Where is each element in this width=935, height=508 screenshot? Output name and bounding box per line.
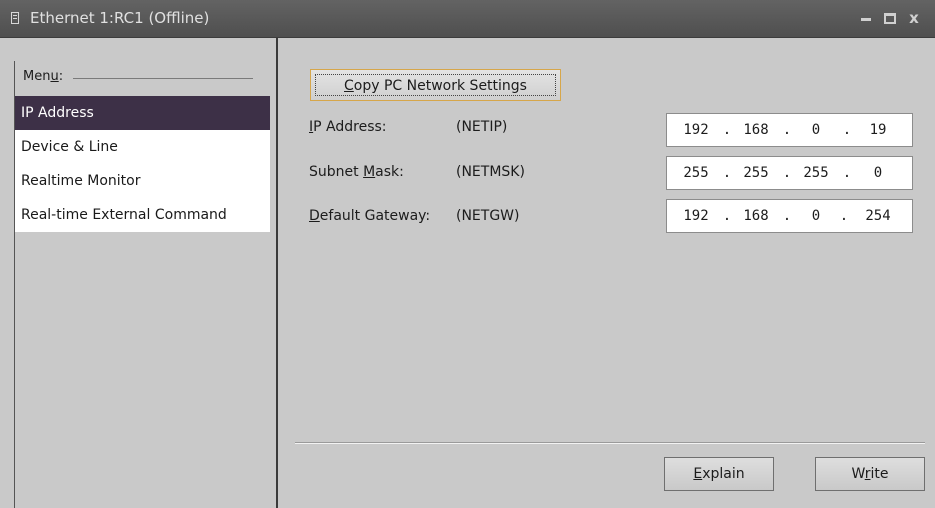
subnet-label-mnemonic: M xyxy=(363,164,376,180)
default-gateway-code: (NETGW) xyxy=(456,208,520,224)
maximize-icon[interactable] xyxy=(880,8,900,28)
window-title: Ethernet 1:RC1 (Offline) xyxy=(30,9,210,27)
copy-button-mnemonic: C xyxy=(344,78,354,94)
menu-heading: Menu: xyxy=(23,69,63,84)
octet-dot: . xyxy=(842,165,852,181)
menu-heading-text: Men xyxy=(23,69,51,84)
subnet-octet-2[interactable]: 255 xyxy=(737,157,775,189)
ip-address-label: IP Address: xyxy=(309,119,387,135)
subnet-mask-label: Subnet Mask: xyxy=(309,164,404,180)
pane-divider[interactable] xyxy=(276,38,278,508)
menu-list: IP Address Device & Line Realtime Monito… xyxy=(15,96,270,232)
octet-dot: . xyxy=(722,208,732,224)
subnet-mask-field[interactable]: 255 . 255 . 255 . 0 xyxy=(666,156,913,190)
gateway-octet-3[interactable]: 0 xyxy=(797,200,835,232)
ethernet-settings-window: Ethernet 1:RC1 (Offline) x Menu: IP Addr… xyxy=(0,0,935,508)
subnet-mask-code: (NETMSK) xyxy=(456,164,525,180)
octet-dot: . xyxy=(839,208,849,224)
gateway-octet-2[interactable]: 168 xyxy=(737,200,775,232)
subnet-octet-1[interactable]: 255 xyxy=(677,157,715,189)
default-gateway-label: Default Gateway: xyxy=(309,208,430,224)
menu-sidebar: Menu: IP Address Device & Line Realtime … xyxy=(14,61,270,508)
ip-octet-1[interactable]: 192 xyxy=(677,114,715,146)
menu-item-realtime-external-command[interactable]: Real-time External Command xyxy=(15,198,270,232)
gateway-label-mnemonic: D xyxy=(309,208,320,224)
default-gateway-field[interactable]: 192 . 168 . 0 . 254 xyxy=(666,199,913,233)
footer-separator xyxy=(295,442,925,444)
menu-item-ip-address[interactable]: IP Address xyxy=(15,96,270,130)
menu-item-device-line[interactable]: Device & Line xyxy=(15,130,270,164)
octet-dot: . xyxy=(782,122,792,138)
gateway-octet-1[interactable]: 192 xyxy=(677,200,715,232)
ip-label-post: P Address: xyxy=(313,119,387,135)
octet-dot: . xyxy=(782,165,792,181)
document-icon xyxy=(11,12,19,24)
subnet-label-pre: Subnet xyxy=(309,164,364,180)
ip-address-field[interactable]: 192 . 168 . 0 . 19 xyxy=(666,113,913,147)
minimize-icon[interactable] xyxy=(857,8,877,28)
copy-button-label: Copy PC Network Settings xyxy=(315,74,556,96)
title-bar[interactable]: Ethernet 1:RC1 (Offline) x xyxy=(0,0,935,38)
octet-dot: . xyxy=(722,122,732,138)
write-text-post: ite xyxy=(870,466,889,482)
write-text-pre: W xyxy=(851,466,865,482)
explain-button[interactable]: Explain xyxy=(664,457,774,491)
explain-mnemonic: E xyxy=(693,466,703,482)
menu-heading-mnemonic: u xyxy=(50,69,59,84)
subnet-octet-3[interactable]: 255 xyxy=(797,157,835,189)
subnet-label-post: ask: xyxy=(375,164,404,180)
ip-octet-2[interactable]: 168 xyxy=(737,114,775,146)
gateway-label-post: efault Gateway: xyxy=(319,208,431,224)
ip-address-code: (NETIP) xyxy=(456,119,508,135)
ip-octet-3[interactable]: 0 xyxy=(797,114,835,146)
octet-dot: . xyxy=(722,165,732,181)
octet-dot: . xyxy=(842,122,852,138)
gateway-octet-4[interactable]: 254 xyxy=(859,200,897,232)
menu-heading-colon: : xyxy=(58,69,64,84)
subnet-octet-4[interactable]: 0 xyxy=(859,157,897,189)
copy-pc-network-settings-button[interactable]: Copy PC Network Settings xyxy=(310,69,561,101)
explain-text-post: xplain xyxy=(702,466,745,482)
close-icon[interactable]: x xyxy=(904,8,924,28)
octet-dot: . xyxy=(782,208,792,224)
write-button[interactable]: Write xyxy=(815,457,925,491)
ip-octet-4[interactable]: 19 xyxy=(859,114,897,146)
menu-item-realtime-monitor[interactable]: Realtime Monitor xyxy=(15,164,270,198)
copy-button-text-post: opy PC Network Settings xyxy=(353,78,527,94)
menu-rule xyxy=(73,78,253,79)
